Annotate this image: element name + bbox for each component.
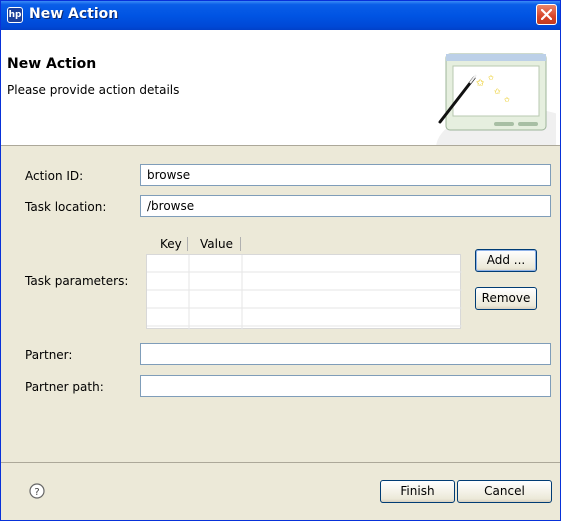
help-icon[interactable]: ?	[29, 483, 45, 499]
title-bar[interactable]: hp New Action	[1, 1, 560, 30]
finish-button[interactable]: Finish	[380, 480, 455, 503]
banner-title: New Action	[7, 56, 97, 72]
action-id-label: Action ID:	[25, 169, 84, 183]
partner-input[interactable]	[140, 343, 551, 365]
column-divider	[187, 237, 188, 251]
partner-path-label: Partner path:	[25, 380, 104, 394]
cancel-button[interactable]: Cancel	[457, 480, 552, 503]
column-header-key[interactable]: Key	[160, 234, 182, 254]
svg-text:✩: ✩	[487, 74, 494, 82]
table-grid[interactable]	[146, 254, 462, 330]
wizard-banner: New Action Please provide action details…	[1, 30, 560, 146]
action-id-input[interactable]: browse	[140, 164, 551, 186]
banner-description: Please provide action details	[7, 83, 180, 97]
footer-separator	[1, 462, 560, 463]
add-parameter-button[interactable]: Add ...	[475, 249, 537, 272]
svg-text:✩: ✩	[476, 78, 485, 89]
wizard-banner-icon: ✩ ✩ ✩ ✩	[436, 53, 556, 145]
svg-text:✩: ✩	[494, 87, 501, 96]
dialog-window: hp New Action New Action Please provide …	[0, 0, 561, 521]
close-icon	[541, 9, 552, 20]
task-parameters-table[interactable]: Key Value	[146, 234, 462, 330]
task-location-input[interactable]: /browse	[140, 195, 551, 217]
svg-text:✩: ✩	[503, 96, 510, 104]
remove-parameter-button[interactable]: Remove	[475, 287, 537, 310]
close-button[interactable]	[536, 4, 557, 25]
column-divider	[240, 237, 241, 251]
table-gridlines	[147, 255, 462, 330]
column-header-value[interactable]: Value	[200, 234, 233, 254]
task-parameters-label: Task parameters:	[25, 274, 129, 288]
window-title: New Action	[29, 6, 119, 22]
app-icon: hp	[7, 7, 23, 23]
partner-path-input[interactable]	[140, 375, 551, 397]
task-location-label: Task location:	[25, 200, 107, 214]
svg-text:?: ?	[34, 487, 39, 498]
partner-label: Partner:	[25, 348, 73, 362]
